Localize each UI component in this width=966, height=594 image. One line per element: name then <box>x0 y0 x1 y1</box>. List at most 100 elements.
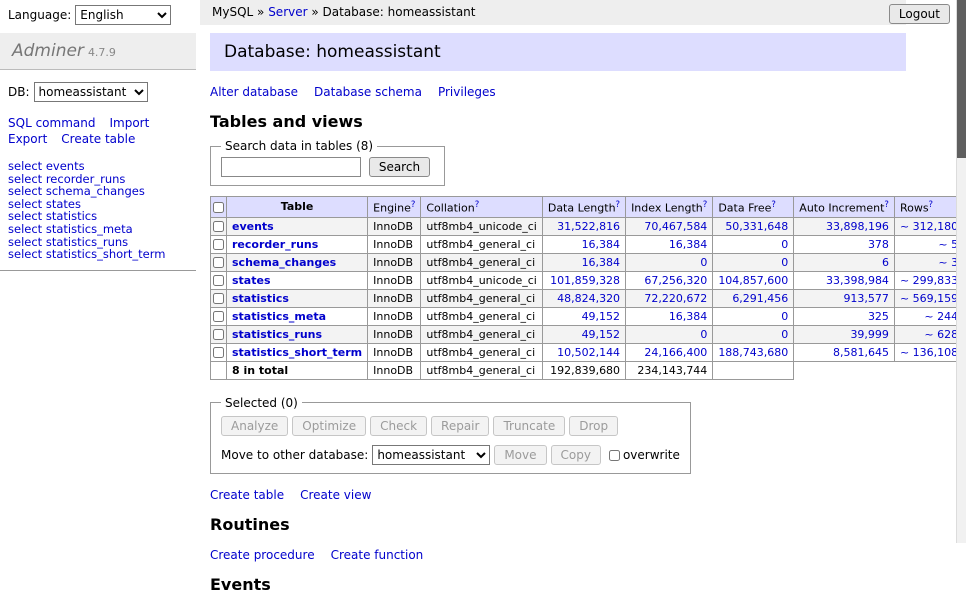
table-name-link[interactable]: recorder_runs <box>232 238 318 251</box>
rows-count-link[interactable]: ~ 312,180 <box>900 220 958 233</box>
row-checkbox[interactable] <box>213 293 224 304</box>
rows-count-link[interactable]: ~ 244 <box>924 310 958 323</box>
copy-button[interactable]: Copy <box>551 445 601 465</box>
check-button[interactable]: Check <box>370 416 427 436</box>
table-name-link[interactable]: states <box>232 274 271 287</box>
data-length-link[interactable]: 16,384 <box>582 238 621 251</box>
row-checkbox[interactable] <box>213 329 224 340</box>
rows-count-link[interactable]: ~ 299,833 <box>900 274 958 287</box>
auto-increment-link[interactable]: 33,898,196 <box>826 220 889 233</box>
auto-increment-link[interactable]: 913,577 <box>843 292 889 305</box>
column-help-link[interactable]: ? <box>884 200 889 210</box>
row-checkbox[interactable] <box>213 311 224 322</box>
index-length-link[interactable]: 16,384 <box>669 310 708 323</box>
table-name-link[interactable]: statistics_short_term <box>232 346 362 359</box>
column-help-link[interactable]: ? <box>929 200 934 210</box>
index-length-link[interactable]: 16,384 <box>669 238 708 251</box>
analyze-button[interactable]: Analyze <box>221 416 288 436</box>
table-name-link[interactable]: events <box>232 220 274 233</box>
index-length-cell: 70,467,584 <box>626 217 713 235</box>
rows-count-link[interactable]: ~ 136,108 <box>900 346 958 359</box>
create-table-link[interactable]: Create table <box>210 488 284 502</box>
index-length-link[interactable]: 24,166,400 <box>644 346 707 359</box>
alter-database-link[interactable]: Alter database <box>210 85 298 99</box>
auto-increment-link[interactable]: 8,581,645 <box>833 346 889 359</box>
privileges-link[interactable]: Privileges <box>438 85 496 99</box>
overwrite-checkbox[interactable] <box>609 450 620 461</box>
data-free-link[interactable]: 50,331,648 <box>725 220 788 233</box>
truncate-button[interactable]: Truncate <box>493 416 565 436</box>
table-name-link[interactable]: statistics <box>232 292 289 305</box>
sidebar-separator <box>0 270 196 271</box>
data-free-link[interactable]: 6,291,456 <box>732 292 788 305</box>
row-checkbox[interactable] <box>213 275 224 286</box>
column-help-link[interactable]: ? <box>771 200 776 210</box>
scrollbar-thumb[interactable] <box>957 0 966 158</box>
create-function-link[interactable]: Create function <box>331 548 424 562</box>
data-free-link[interactable]: 104,857,600 <box>718 274 788 287</box>
sidebar-actions: SQL command Import Export Create table <box>8 116 188 146</box>
data-free-link[interactable]: 0 <box>781 328 788 341</box>
drop-button[interactable]: Drop <box>569 416 618 436</box>
language-select[interactable]: English <box>75 5 171 25</box>
db-select[interactable]: homeassistant <box>34 82 148 102</box>
rows-count-link[interactable]: ~ 569,159 <box>900 292 958 305</box>
sidebar: Adminer4.7.9 DB:homeassistant SQL comman… <box>0 33 196 271</box>
create-table-link[interactable]: Create table <box>61 132 135 146</box>
data-length-link[interactable]: 49,152 <box>582 310 621 323</box>
data-free-cell: 104,857,600 <box>713 271 794 289</box>
auto-increment-link[interactable]: 325 <box>868 310 889 323</box>
move-db-select[interactable]: homeassistant <box>372 445 490 465</box>
data-length-link[interactable]: 31,522,816 <box>557 220 620 233</box>
data-length-link[interactable]: 10,502,144 <box>557 346 620 359</box>
sidebar-select-statistics-short-term-link[interactable]: select statistics_short_term <box>8 247 165 261</box>
row-checkbox[interactable] <box>213 257 224 268</box>
data-free-link[interactable]: 188,743,680 <box>718 346 788 359</box>
scrollbar[interactable] <box>956 0 966 543</box>
create-view-link[interactable]: Create view <box>300 488 371 502</box>
search-button[interactable]: Search <box>369 157 430 177</box>
optimize-button[interactable]: Optimize <box>292 416 366 436</box>
index-length-link[interactable]: 67,256,320 <box>644 274 707 287</box>
data-free-link[interactable]: 0 <box>781 310 788 323</box>
auto-increment-link[interactable]: 39,999 <box>850 328 889 341</box>
index-length-link[interactable]: 0 <box>700 328 707 341</box>
engine-cell: InnoDB <box>368 307 421 325</box>
data-length-link[interactable]: 49,152 <box>582 328 621 341</box>
column-help-link[interactable]: ? <box>703 200 708 210</box>
data-length-link[interactable]: 48,824,320 <box>557 292 620 305</box>
import-link[interactable]: Import <box>109 116 149 130</box>
table-name-link[interactable]: statistics_runs <box>232 328 322 341</box>
select-all-checkbox[interactable] <box>213 202 224 213</box>
move-button[interactable]: Move <box>494 445 546 465</box>
data-length-link[interactable]: 16,384 <box>582 256 621 269</box>
auto-increment-link[interactable]: 33,398,984 <box>826 274 889 287</box>
export-link[interactable]: Export <box>8 132 47 146</box>
repair-button[interactable]: Repair <box>431 416 489 436</box>
create-procedure-link[interactable]: Create procedure <box>210 548 315 562</box>
data-free-link[interactable]: 0 <box>781 238 788 251</box>
column-help-link[interactable]: ? <box>616 200 621 210</box>
db-selector: DB:homeassistant <box>8 82 188 102</box>
breadcrumb-link-server[interactable]: Server <box>268 5 307 19</box>
row-checkbox[interactable] <box>213 347 224 358</box>
database-schema-link[interactable]: Database schema <box>314 85 422 99</box>
data-length-link[interactable]: 101,859,328 <box>550 274 620 287</box>
search-input[interactable] <box>221 157 361 177</box>
table-name-link[interactable]: statistics_meta <box>232 310 326 323</box>
rows-count-link[interactable]: ~ 628 <box>924 328 958 341</box>
row-checkbox[interactable] <box>213 221 224 232</box>
logout-button[interactable]: Logout <box>889 4 950 24</box>
auto-increment-link[interactable]: 6 <box>882 256 889 269</box>
sql-command-link[interactable]: SQL command <box>8 116 95 130</box>
column-help-link[interactable]: ? <box>411 200 416 210</box>
data-free-link[interactable]: 0 <box>781 256 788 269</box>
index-length-link[interactable]: 70,467,584 <box>644 220 707 233</box>
index-length-link[interactable]: 0 <box>700 256 707 269</box>
auto-increment-link[interactable]: 378 <box>868 238 889 251</box>
row-checkbox[interactable] <box>213 239 224 250</box>
column-help-link[interactable]: ? <box>475 200 480 210</box>
table-name-link[interactable]: schema_changes <box>232 256 336 269</box>
index-length-link[interactable]: 72,220,672 <box>644 292 707 305</box>
column-header-auto-increment: Auto Increment? <box>794 197 895 218</box>
